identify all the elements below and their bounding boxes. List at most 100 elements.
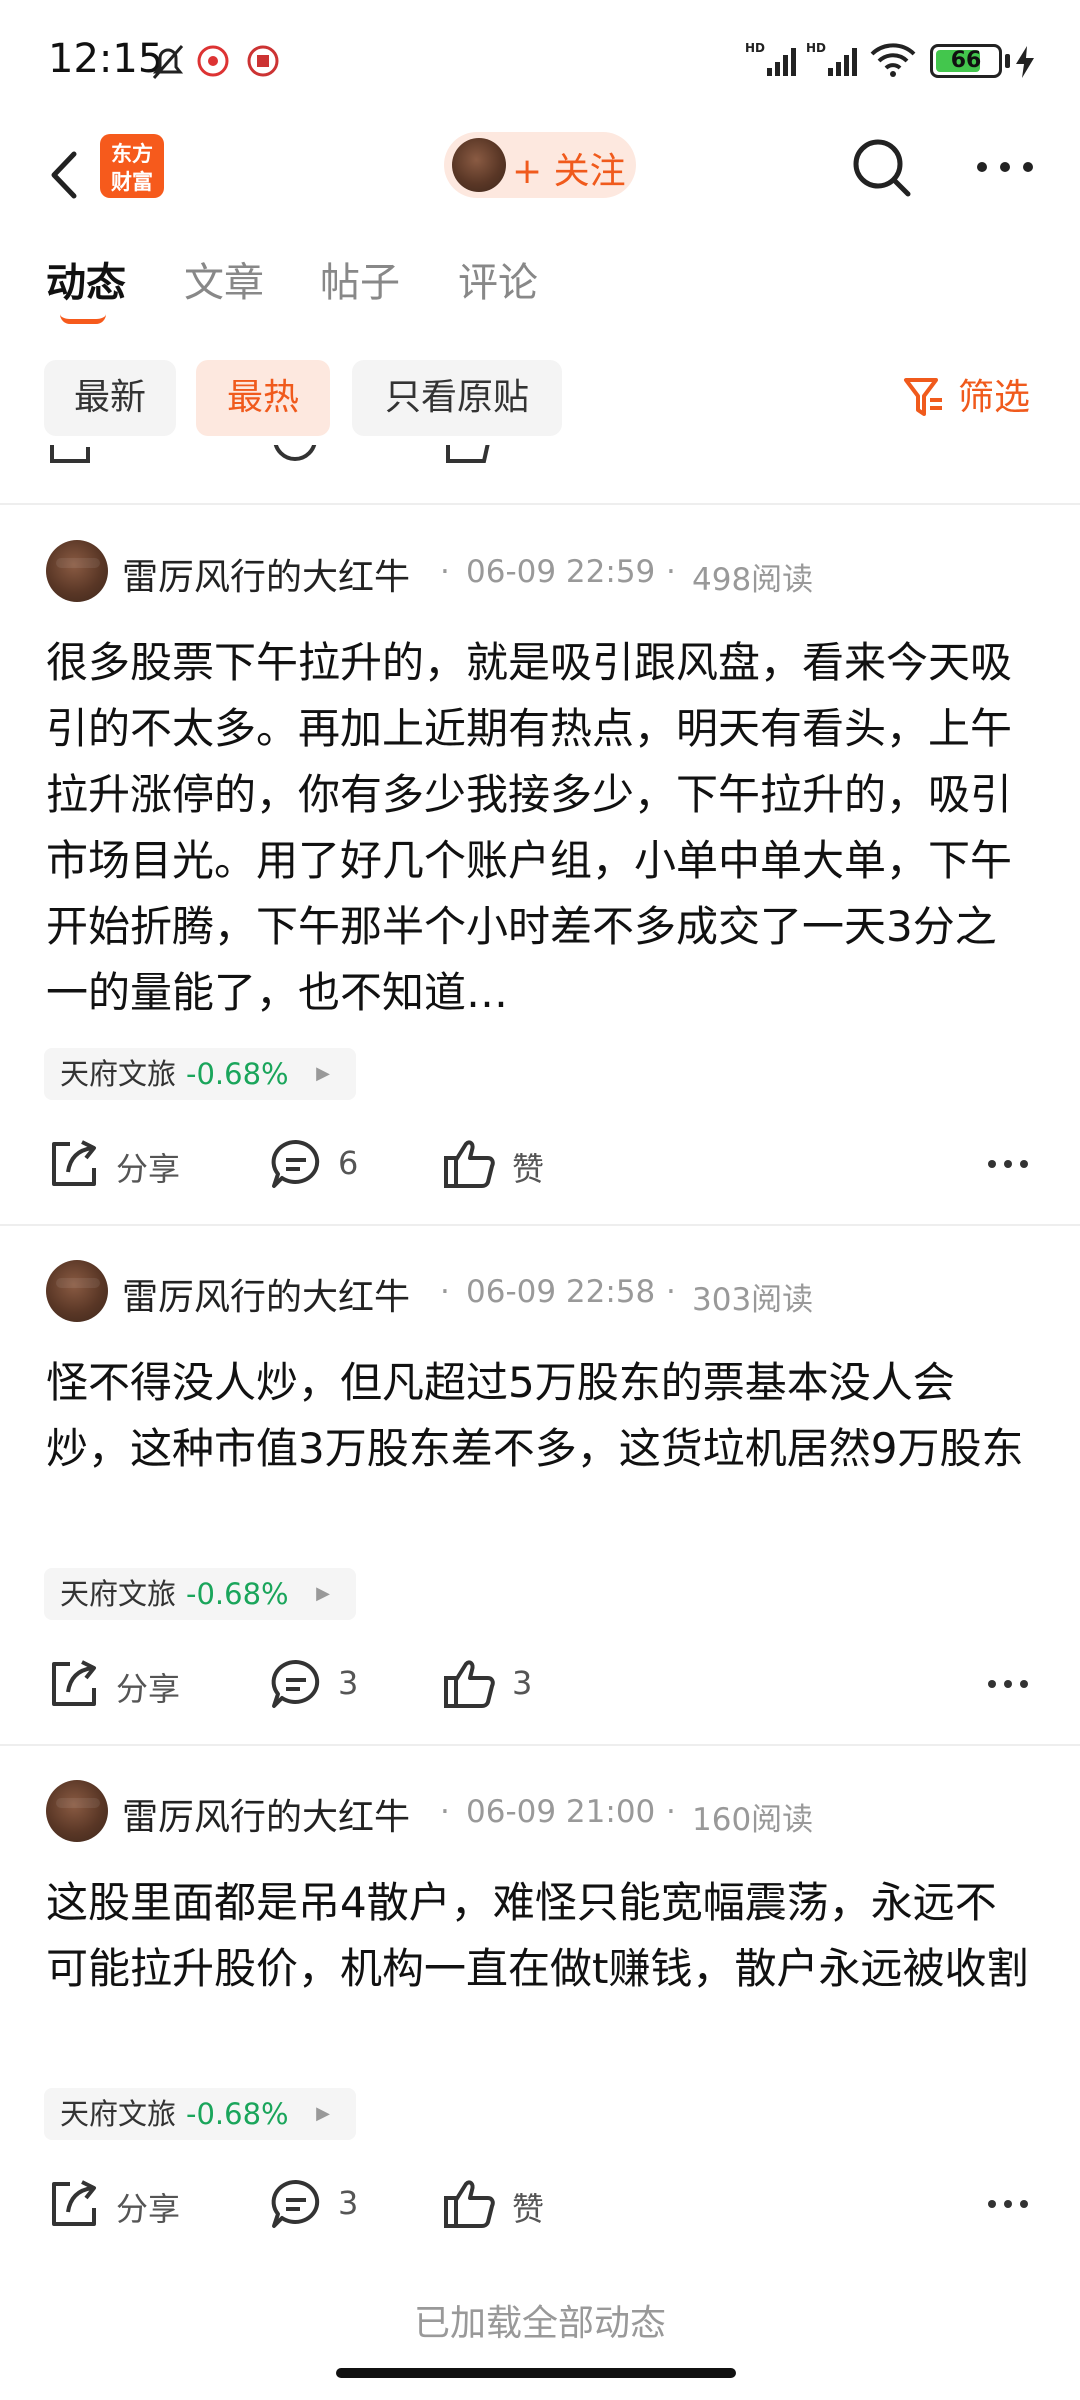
like-label: 赞 [512, 1150, 545, 1188]
thumbs-up-icon [444, 1140, 495, 1188]
share-button[interactable]: 分享 [46, 1656, 226, 1716]
post-dot-separator: · [440, 554, 450, 590]
app-logo[interactable]: 东方财富 [100, 134, 164, 198]
like-button[interactable]: 3 [442, 1656, 562, 1716]
more-options-icon[interactable] [984, 1144, 1032, 1184]
post-read-count: 160阅读 [692, 1802, 814, 1838]
thumbs-up-icon [444, 1660, 495, 1708]
share-label: 分享 [116, 1670, 181, 1708]
comment-button[interactable]: 3 [268, 1656, 388, 1716]
post-card[interactable]: 雷厉风行的大红牛 · 06-09 21:00 · 160阅读 这股里面都是吊4散… [0, 1780, 1080, 2264]
signal-hd-icon: HD [745, 41, 796, 76]
like-button[interactable]: 赞 [442, 1136, 562, 1196]
battery-percent: 66 [950, 48, 982, 73]
post-dot-separator: · [666, 554, 676, 590]
stock-tag[interactable]: 天府文旅 -0.68% ▶ [44, 1048, 356, 1100]
post-card[interactable]: 雷厉风行的大红牛 · 06-09 22:58 · 303阅读 怪不得没人炒，但凡… [0, 1260, 1080, 1746]
wifi-icon [870, 43, 916, 77]
comment-button[interactable]: 6 [268, 1136, 388, 1196]
like-button[interactable]: 赞 [442, 2176, 562, 2236]
charging-bolt-icon [1016, 46, 1034, 78]
share-button[interactable]: 分享 [46, 2176, 226, 2236]
previous-post-remnant [0, 445, 1080, 505]
app-notification-icon-2 [247, 45, 279, 77]
comment-icon [271, 2179, 320, 2228]
tab-articles[interactable]: 文章 [184, 250, 264, 308]
tab-comments[interactable]: 评论 [458, 250, 538, 308]
tab-posts[interactable]: 帖子 [320, 250, 400, 308]
search-icon[interactable] [848, 134, 914, 200]
active-tab-indicator [60, 314, 106, 324]
post-content[interactable]: 很多股票下午拉升的，就是吸引跟风盘，看来今天吸引的不太多。再加上近期有热点，明天… [46, 630, 1036, 1024]
share-label: 分享 [116, 2190, 181, 2228]
share-icon [52, 1140, 96, 1186]
tab-bar: 动态 文章 帖子 评论 [0, 250, 1080, 330]
thumbs-up-icon [444, 2180, 495, 2228]
more-options-icon[interactable] [984, 2184, 1032, 2224]
stock-change: -0.68% [186, 1577, 289, 1611]
share-icon [52, 1660, 96, 1706]
header: 东方财富 + 关注 [0, 120, 1080, 230]
signal-hd-icon-2: HD [806, 41, 857, 76]
filter-chip-original-only[interactable]: 只看原贴 [352, 360, 562, 436]
chevron-right-icon: ▶ [316, 1583, 330, 1604]
mute-bell-icon [152, 45, 184, 79]
share-icon [52, 2180, 96, 2226]
post-content[interactable]: 这股里面都是吊4散户，难怪只能宽幅震荡，永远不可能拉升股价，机构一直在做t赚钱，… [46, 1870, 1036, 2002]
stock-name: 天府文旅 [60, 1057, 177, 1091]
post-card[interactable]: 雷厉风行的大红牛 · 06-09 22:59 · 498阅读 很多股票下午拉升的… [0, 540, 1080, 1226]
avatar[interactable] [46, 540, 108, 602]
battery-cap [1005, 54, 1010, 68]
stock-name: 天府文旅 [60, 2097, 177, 2131]
filter-chip-latest[interactable]: 最新 [44, 360, 176, 436]
post-dot-separator: · [440, 1274, 450, 1310]
more-options-icon[interactable] [984, 1664, 1032, 1704]
avatar [452, 138, 506, 192]
back-arrow-icon[interactable] [40, 140, 100, 210]
comment-count: 6 [338, 1144, 359, 1182]
stock-tag[interactable]: 天府文旅 -0.68% ▶ [44, 1568, 356, 1620]
comment-count: 3 [338, 2184, 359, 2222]
more-options-icon[interactable] [970, 134, 1040, 200]
like-icon [446, 445, 490, 463]
stock-change: -0.68% [186, 2097, 289, 2131]
post-author[interactable]: 雷厉风行的大红牛 [122, 1268, 410, 1320]
avatar[interactable] [46, 1780, 108, 1842]
share-label: 分享 [116, 1150, 181, 1188]
post-author[interactable]: 雷厉风行的大红牛 [122, 548, 410, 600]
post-dot-separator: · [666, 1274, 676, 1310]
comment-icon [273, 445, 317, 461]
like-count: 3 [512, 1664, 533, 1702]
chevron-right-icon: ▶ [316, 1063, 330, 1084]
chevron-right-icon: ▶ [316, 2103, 330, 2124]
svg-text:HD: HD [745, 41, 765, 55]
post-dot-separator: · [440, 1794, 450, 1830]
app-notification-icon [197, 45, 229, 77]
tab-dynamic[interactable]: 动态 [46, 250, 126, 308]
filter-bar: 最新 最热 只看原贴 筛选 [0, 360, 1080, 440]
filter-chip-hottest[interactable]: 最热 [196, 360, 330, 436]
comment-button[interactable]: 3 [268, 2176, 388, 2236]
status-bar: 12:15 HD HD 66 [0, 0, 1080, 120]
stock-tag[interactable]: 天府文旅 -0.68% ▶ [44, 2088, 356, 2140]
filter-button[interactable]: 筛选 [902, 368, 1052, 428]
avatar[interactable] [46, 1260, 108, 1322]
stock-name: 天府文旅 [60, 1577, 177, 1611]
filter-funnel-icon [904, 378, 942, 416]
post-datetime: 06-09 22:58 [466, 1274, 656, 1310]
filter-label: 筛选 [958, 377, 1031, 418]
post-datetime: 06-09 21:00 [466, 1794, 656, 1830]
post-read-count: 303阅读 [692, 1282, 814, 1318]
follow-button[interactable]: + 关注 [444, 132, 636, 198]
post-author[interactable]: 雷厉风行的大红牛 [122, 1788, 410, 1840]
comment-icon [271, 1139, 320, 1188]
all-loaded-text: 已加载全部动态 [413, 2303, 666, 2344]
share-icon [50, 445, 90, 463]
like-label: 赞 [512, 2190, 545, 2228]
home-indicator[interactable] [336, 2368, 736, 2378]
share-button[interactable]: 分享 [46, 1136, 226, 1196]
stock-change: -0.68% [186, 1057, 289, 1091]
post-content[interactable]: 怪不得没人炒，但凡超过5万股东的票基本没人会炒，这种市值3万股东差不多，这货垃机… [46, 1350, 1036, 1482]
comment-icon [271, 1659, 320, 1708]
battery-icon: 66 [930, 44, 1002, 78]
